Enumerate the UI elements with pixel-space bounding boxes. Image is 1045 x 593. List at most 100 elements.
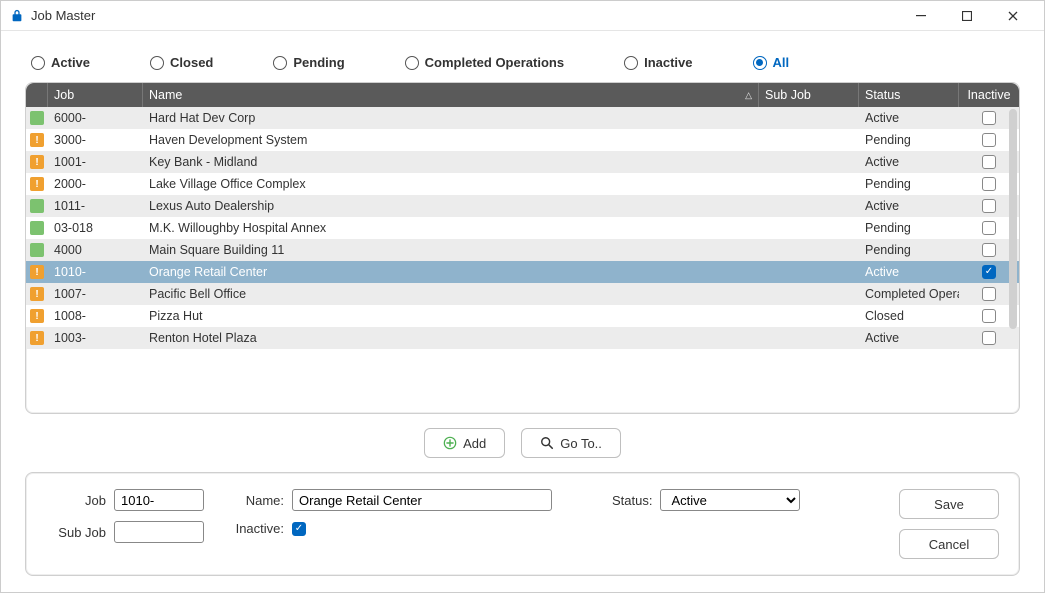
form-col-1: Job Sub Job xyxy=(46,489,204,543)
filter-option-label: All xyxy=(773,55,790,70)
vertical-scrollbar[interactable] xyxy=(1009,109,1017,329)
row-status-icon: ! xyxy=(26,173,48,195)
table-row[interactable]: 03-018M.K. Willoughby Hospital AnnexPend… xyxy=(26,217,1019,239)
table-row[interactable]: !1007-Pacific Bell OfficeCompleted Opera… xyxy=(26,283,1019,305)
cell-subjob xyxy=(759,283,859,305)
table-row[interactable]: 6000-Hard Hat Dev CorpActive xyxy=(26,107,1019,129)
filter-option-active[interactable]: Active xyxy=(31,55,90,70)
add-button[interactable]: Add xyxy=(424,428,505,458)
cell-job: 1011- xyxy=(48,195,143,217)
cell-status: Pending xyxy=(859,239,959,261)
jobs-grid: Job Name△ Sub Job Status Inactive 6000-H… xyxy=(26,83,1019,413)
inactive-row-checkbox[interactable] xyxy=(982,265,996,279)
cell-job: 03-018 xyxy=(48,217,143,239)
col-header-name[interactable]: Name△ xyxy=(143,83,759,107)
lock-icon xyxy=(9,8,25,24)
add-button-label: Add xyxy=(463,436,486,451)
job-field[interactable] xyxy=(114,489,204,511)
minimize-button[interactable] xyxy=(898,1,944,31)
cell-subjob xyxy=(759,107,859,129)
col-header-job[interactable]: Job xyxy=(48,83,143,107)
table-row[interactable]: !1008-Pizza HutClosed xyxy=(26,305,1019,327)
row-status-icon: ! xyxy=(26,261,48,283)
filter-option-all[interactable]: All xyxy=(753,55,790,70)
cell-subjob xyxy=(759,129,859,151)
cancel-button-label: Cancel xyxy=(929,537,969,552)
grid-body[interactable]: 6000-Hard Hat Dev CorpActive!3000-Haven … xyxy=(26,107,1019,413)
table-row[interactable]: 1011-Lexus Auto DealershipActive xyxy=(26,195,1019,217)
row-status-icon: ! xyxy=(26,327,48,349)
detail-form-panel: Job Sub Job Name: Inactive: xyxy=(25,472,1020,576)
filter-option-pending[interactable]: Pending xyxy=(273,55,344,70)
goto-button[interactable]: Go To.. xyxy=(521,428,621,458)
row-status-icon: ! xyxy=(26,305,48,327)
inactive-row-checkbox[interactable] xyxy=(982,111,996,125)
cell-job: 1003- xyxy=(48,327,143,349)
form-col-3: Status: Active xyxy=(612,489,800,511)
action-button-row: Add Go To.. xyxy=(25,414,1020,472)
radio-icon xyxy=(273,56,287,70)
cell-subjob xyxy=(759,173,859,195)
green-tag-icon xyxy=(30,111,44,125)
subjob-field[interactable] xyxy=(114,521,204,543)
col-header-inactive[interactable]: Inactive xyxy=(959,83,1019,107)
warning-icon: ! xyxy=(30,287,44,301)
inactive-row-checkbox[interactable] xyxy=(982,243,996,257)
inactive-row-checkbox[interactable] xyxy=(982,199,996,213)
inactive-row-checkbox[interactable] xyxy=(982,221,996,235)
jobs-grid-panel: Job Name△ Sub Job Status Inactive 6000-H… xyxy=(25,82,1020,414)
window-title: Job Master xyxy=(31,8,898,23)
cell-status: Active xyxy=(859,107,959,129)
inactive-row-checkbox[interactable] xyxy=(982,133,996,147)
cell-name: Renton Hotel Plaza xyxy=(143,327,759,349)
cell-status: Pending xyxy=(859,129,959,151)
cell-subjob xyxy=(759,151,859,173)
status-select[interactable]: Active xyxy=(660,489,800,511)
cancel-button[interactable]: Cancel xyxy=(899,529,999,559)
col-header-icon[interactable] xyxy=(26,83,48,107)
titlebar: Job Master xyxy=(1,1,1044,31)
job-master-window: Job Master Active Closed Pending Completed … xyxy=(0,0,1045,593)
table-row[interactable]: 4000Main Square Building 11Pending xyxy=(26,239,1019,261)
cell-name: Orange Retail Center xyxy=(143,261,759,283)
col-header-status[interactable]: Status xyxy=(859,83,959,107)
cell-name: Lexus Auto Dealership xyxy=(143,195,759,217)
green-tag-icon xyxy=(30,221,44,235)
inactive-row-checkbox[interactable] xyxy=(982,309,996,323)
filter-option-label: Pending xyxy=(293,55,344,70)
warning-icon: ! xyxy=(30,265,44,279)
cell-name: Haven Development System xyxy=(143,129,759,151)
cell-status: Active xyxy=(859,327,959,349)
row-status-icon xyxy=(26,107,48,129)
save-button[interactable]: Save xyxy=(899,489,999,519)
window-controls xyxy=(898,1,1036,31)
table-row[interactable]: ! 1003-Renton Hotel Plaza Active xyxy=(26,327,1019,349)
filter-option-inactive[interactable]: Inactive xyxy=(624,55,692,70)
search-icon xyxy=(540,436,554,450)
close-button[interactable] xyxy=(990,1,1036,31)
warning-icon: ! xyxy=(30,331,44,345)
name-field[interactable] xyxy=(292,489,552,511)
filter-option-label: Inactive xyxy=(644,55,692,70)
col-header-subjob[interactable]: Sub Job xyxy=(759,83,859,107)
row-status-icon: ! xyxy=(26,151,48,173)
filter-option-closed[interactable]: Closed xyxy=(150,55,213,70)
filter-option-completed-operations[interactable]: Completed Operations xyxy=(405,55,564,70)
table-row[interactable]: !2000-Lake Village Office ComplexPending xyxy=(26,173,1019,195)
table-row[interactable]: !1001-Key Bank - MidlandActive xyxy=(26,151,1019,173)
save-button-label: Save xyxy=(934,497,964,512)
warning-icon: ! xyxy=(30,133,44,147)
inactive-row-checkbox[interactable] xyxy=(982,331,996,345)
inactive-row-checkbox[interactable] xyxy=(982,155,996,169)
inactive-row-checkbox[interactable] xyxy=(982,287,996,301)
table-row[interactable]: !3000-Haven Development SystemPending xyxy=(26,129,1019,151)
cell-status: Active xyxy=(859,261,959,283)
table-row[interactable]: !1010-Orange Retail CenterActive xyxy=(26,261,1019,283)
filter-option-label: Active xyxy=(51,55,90,70)
inactive-checkbox[interactable] xyxy=(292,522,306,536)
inactive-row-checkbox[interactable] xyxy=(982,177,996,191)
warning-icon: ! xyxy=(30,177,44,191)
cell-status: Pending xyxy=(859,217,959,239)
cell-status: Active xyxy=(859,151,959,173)
maximize-button[interactable] xyxy=(944,1,990,31)
